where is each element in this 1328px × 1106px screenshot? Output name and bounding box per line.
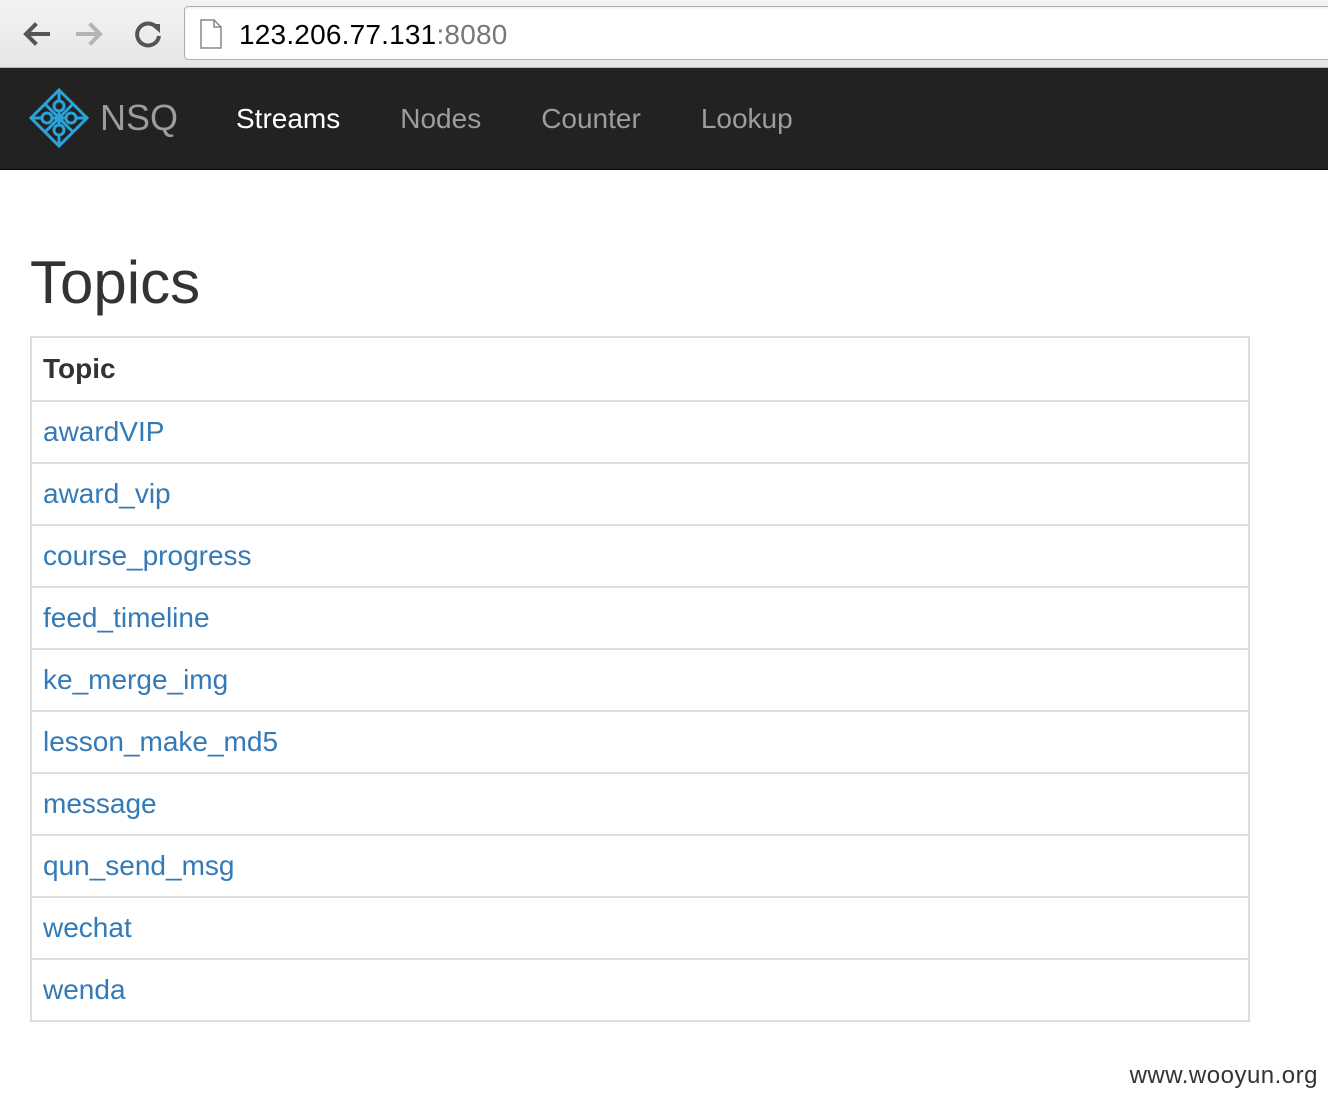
nav-menu: Streams Nodes Counter Lookup: [206, 68, 823, 170]
topic-link[interactable]: ke_merge_img: [43, 664, 228, 696]
topic-link[interactable]: awardVIP: [43, 416, 164, 448]
topic-link[interactable]: feed_timeline: [43, 602, 210, 634]
nav-item-lookup[interactable]: Lookup: [671, 68, 823, 170]
top-navbar: NSQ Streams Nodes Counter Lookup: [0, 68, 1328, 170]
topics-table: Topic awardVIP award_vip course_progress…: [30, 336, 1250, 1022]
back-button[interactable]: [16, 14, 56, 54]
table-row: awardVIP: [32, 400, 1248, 462]
topic-link[interactable]: message: [43, 788, 157, 820]
page-title: Topics: [30, 249, 201, 316]
nsq-logo-icon: [28, 87, 90, 149]
table-row: feed_timeline: [32, 586, 1248, 648]
topic-link[interactable]: qun_send_msg: [43, 850, 234, 882]
column-header-topic: Topic: [43, 353, 116, 384]
table-row: award_vip: [32, 462, 1248, 524]
table-row: lesson_make_md5: [32, 710, 1248, 772]
url-port: :8080: [436, 19, 508, 50]
browser-toolbar: 123.206.77.131:8080: [0, 0, 1328, 68]
table-row: ke_merge_img: [32, 648, 1248, 710]
page-icon: [200, 19, 222, 49]
url-text: 123.206.77.131:8080: [239, 19, 508, 51]
forward-button[interactable]: [70, 14, 110, 54]
reload-button[interactable]: [128, 14, 168, 54]
nav-item-nodes[interactable]: Nodes: [370, 68, 511, 170]
table-row: course_progress: [32, 524, 1248, 586]
table-row: message: [32, 772, 1248, 834]
arrow-right-icon: [76, 22, 103, 46]
topic-link[interactable]: award_vip: [43, 478, 171, 510]
brand-name: NSQ: [100, 97, 179, 138]
table-row: wechat: [32, 896, 1248, 958]
nav-item-counter[interactable]: Counter: [511, 68, 671, 170]
topic-link[interactable]: lesson_make_md5: [43, 726, 278, 758]
watermark: www.wooyun.org: [1129, 1062, 1318, 1089]
url-host: 123.206.77.131: [239, 19, 437, 50]
topic-link[interactable]: course_progress: [43, 540, 252, 572]
address-bar[interactable]: 123.206.77.131:8080: [184, 6, 1328, 60]
topic-link[interactable]: wenda: [43, 974, 126, 1006]
table-row: qun_send_msg: [32, 834, 1248, 896]
table-row: wenda: [32, 958, 1248, 1020]
brand-link[interactable]: NSQ: [28, 86, 178, 150]
topic-link[interactable]: wechat: [43, 912, 132, 944]
reload-icon: [135, 21, 161, 48]
nav-item-streams[interactable]: Streams: [206, 68, 370, 170]
arrow-left-icon: [23, 22, 50, 46]
table-header: Topic: [32, 338, 1248, 400]
